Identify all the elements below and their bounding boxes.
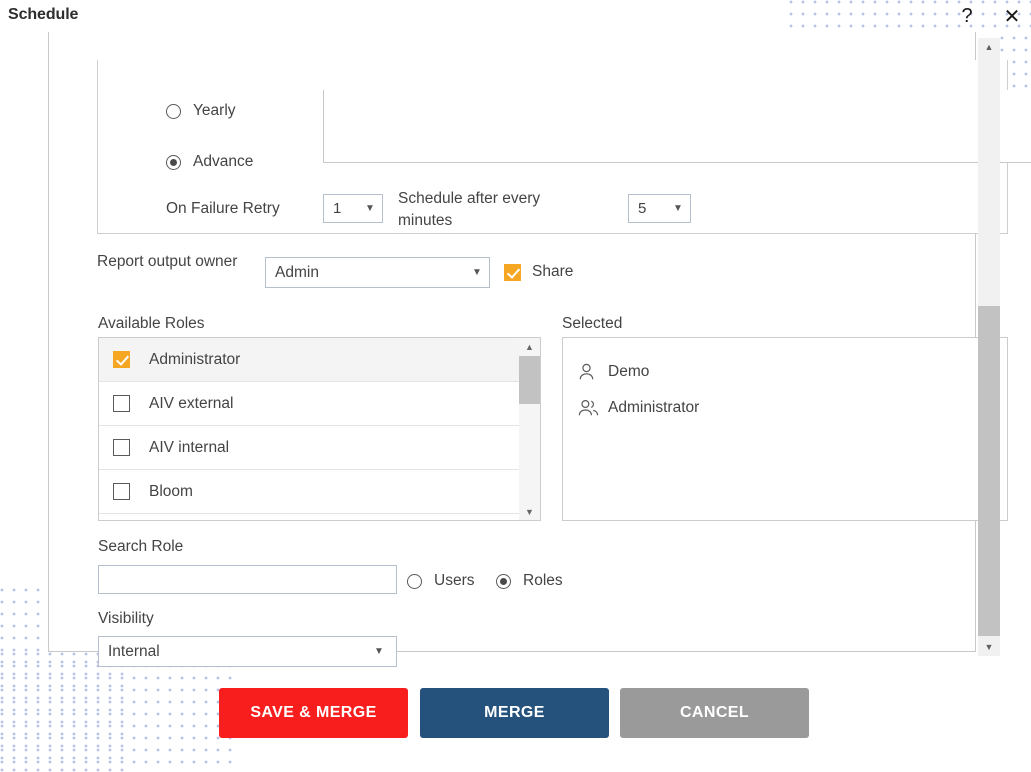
radio-frequency-advance[interactable]: Advance (166, 153, 253, 171)
dialog-scrollbar[interactable]: ▲ ▼ (978, 38, 1000, 656)
list-item-label: AIV internal (149, 438, 230, 456)
available-roles-list[interactable]: Administrator AIV external AIV internal … (98, 337, 541, 521)
radio-label: Advance (193, 153, 254, 170)
schedule-groupbox: Yearly Advance On Failure Retry 1 ▼ Sche… (97, 60, 1031, 234)
scrollbar-thumb[interactable] (978, 306, 1000, 636)
list-item[interactable]: Bloom (99, 470, 540, 514)
chevron-down-icon: ▼ (673, 203, 683, 214)
single-user-icon (578, 362, 602, 382)
report-output-owner-select[interactable]: Admin ▼ (265, 257, 490, 288)
list-item[interactable]: Demo (578, 354, 1007, 390)
radio-circle-icon (407, 573, 422, 589)
list-item-label: AIV external (149, 394, 234, 412)
list-item-label: Bloom (149, 482, 193, 500)
scroll-down-arrow-icon[interactable]: ▼ (519, 503, 540, 520)
scroll-down-arrow-icon[interactable]: ▼ (978, 638, 1000, 656)
retry-count-select[interactable]: 1 ▼ (323, 194, 383, 223)
available-roles-scrollbar[interactable]: ▲ ▼ (519, 338, 540, 520)
list-item[interactable]: Administrator (578, 390, 1007, 426)
search-role-input[interactable] (98, 565, 397, 594)
schedule-after-every-label: Schedule after every minutes (398, 190, 541, 229)
chevron-down-icon: ▼ (472, 267, 482, 278)
list-item-label: Demo (608, 363, 650, 380)
list-item-label: Administrator (608, 399, 700, 416)
list-item-label: Administrator (149, 350, 241, 368)
visibility-value: Internal (108, 642, 160, 660)
on-failure-retry-label: On Failure Retry (166, 200, 280, 217)
retry-count-value: 1 (333, 200, 342, 217)
share-label: Share (532, 263, 574, 280)
scroll-up-arrow-icon[interactable]: ▲ (978, 38, 1000, 56)
radio-scope-users[interactable]: Users (407, 572, 474, 590)
available-roles-label: Available Roles (98, 315, 205, 332)
visibility-label: Visibility (98, 610, 154, 627)
checkbox-checked-icon (504, 263, 521, 281)
scrollbar-thumb[interactable] (519, 356, 540, 404)
chevron-down-icon: ▼ (374, 646, 384, 657)
schedule-interval-value: 5 (638, 200, 647, 217)
dialog-content-panel: Yearly Advance On Failure Retry 1 ▼ Sche… (48, 32, 1031, 667)
help-icon[interactable]: ? (953, 2, 981, 30)
search-role-label: Search Role (98, 538, 184, 555)
radio-frequency-yearly[interactable]: Yearly (166, 102, 236, 120)
report-output-owner-value: Admin (275, 263, 319, 281)
cancel-button[interactable]: CANCEL (620, 688, 809, 738)
visibility-select[interactable]: Internal ▼ (98, 636, 397, 667)
radio-circle-icon (166, 103, 181, 119)
save-and-merge-button[interactable]: SAVE & MERGE (219, 688, 408, 738)
list-item[interactable]: AIV internal (99, 426, 540, 470)
selected-label: Selected (562, 315, 623, 332)
page-title: Schedule (8, 6, 79, 23)
list-item[interactable]: Administrator (99, 338, 540, 382)
checkbox-icon[interactable] (113, 395, 130, 412)
radio-circle-icon (496, 573, 511, 589)
merge-button[interactable]: MERGE (420, 688, 609, 738)
report-output-owner-label: Report output owner (97, 253, 238, 270)
radio-circle-icon (166, 154, 181, 170)
checkbox-icon[interactable] (113, 483, 130, 500)
radio-label: Roles (523, 572, 563, 589)
checkbox-checked-icon[interactable] (113, 351, 130, 368)
checkbox-icon[interactable] (113, 439, 130, 456)
group-users-icon (578, 398, 602, 418)
radio-scope-roles[interactable]: Roles (496, 572, 563, 590)
radio-label: Yearly (193, 102, 236, 119)
list-item[interactable]: AIV external (99, 382, 540, 426)
schedule-interval-select[interactable]: 5 ▼ (628, 194, 691, 223)
selected-list[interactable]: Demo Administrator (562, 337, 1008, 521)
schedule-expression-textarea[interactable] (323, 90, 1031, 163)
scroll-up-arrow-icon[interactable]: ▲ (519, 338, 540, 355)
dialog-titlebar: Schedule ? ✕ (0, 0, 1031, 36)
radio-label: Users (434, 572, 475, 589)
chevron-down-icon: ▼ (365, 203, 375, 214)
dialog-footer: SAVE & MERGE MERGE CANCEL (0, 688, 1031, 742)
close-icon[interactable]: ✕ (998, 2, 1026, 30)
share-checkbox[interactable]: Share (504, 263, 573, 281)
